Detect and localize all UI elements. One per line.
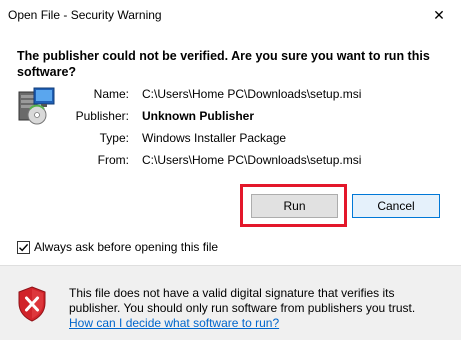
detail-row-name: Name: C:\Users\Home PC\Downloads\setup.m…	[0, 84, 461, 106]
footer-message: This file does not have a valid digital …	[69, 286, 454, 331]
help-link[interactable]: How can I decide what software to run?	[69, 316, 279, 330]
close-button[interactable]: ✕	[417, 0, 461, 31]
always-ask-label: Always ask before opening this file	[34, 240, 219, 254]
window-title: Open File - Security Warning	[8, 8, 162, 22]
detail-value: C:\Users\Home PC\Downloads\setup.msi	[142, 153, 362, 167]
detail-value: C:\Users\Home PC\Downloads\setup.msi	[142, 87, 362, 101]
detail-row-type: Type: Windows Installer Package	[0, 128, 461, 150]
footer-warning-line2: publisher. You should only run software …	[69, 301, 416, 315]
checkmark-icon	[19, 243, 29, 251]
detail-label: Name:	[93, 87, 129, 101]
cancel-button[interactable]: Cancel	[352, 194, 440, 218]
always-ask-option[interactable]: Always ask before opening this file	[17, 239, 218, 255]
detail-label: Type:	[99, 131, 129, 145]
detail-row-publisher: Publisher: Unknown Publisher	[0, 106, 461, 128]
close-icon: ✕	[433, 7, 445, 23]
shield-error-icon	[17, 286, 47, 322]
footer-warning-line1: This file does not have a valid digital …	[69, 286, 395, 300]
detail-label: From:	[97, 153, 129, 167]
detail-value: Windows Installer Package	[142, 131, 287, 145]
detail-row-from: From: C:\Users\Home PC\Downloads\setup.m…	[0, 150, 461, 172]
always-ask-checkbox[interactable]	[17, 240, 30, 254]
detail-label: Publisher:	[75, 109, 129, 123]
footer-panel: This file does not have a valid digital …	[0, 265, 461, 340]
run-button[interactable]: Run	[251, 194, 338, 218]
warning-heading: The publisher could not be verified. Are…	[17, 49, 430, 79]
title-bar: Open File - Security Warning ✕	[0, 0, 461, 31]
detail-value: Unknown Publisher	[142, 109, 255, 123]
